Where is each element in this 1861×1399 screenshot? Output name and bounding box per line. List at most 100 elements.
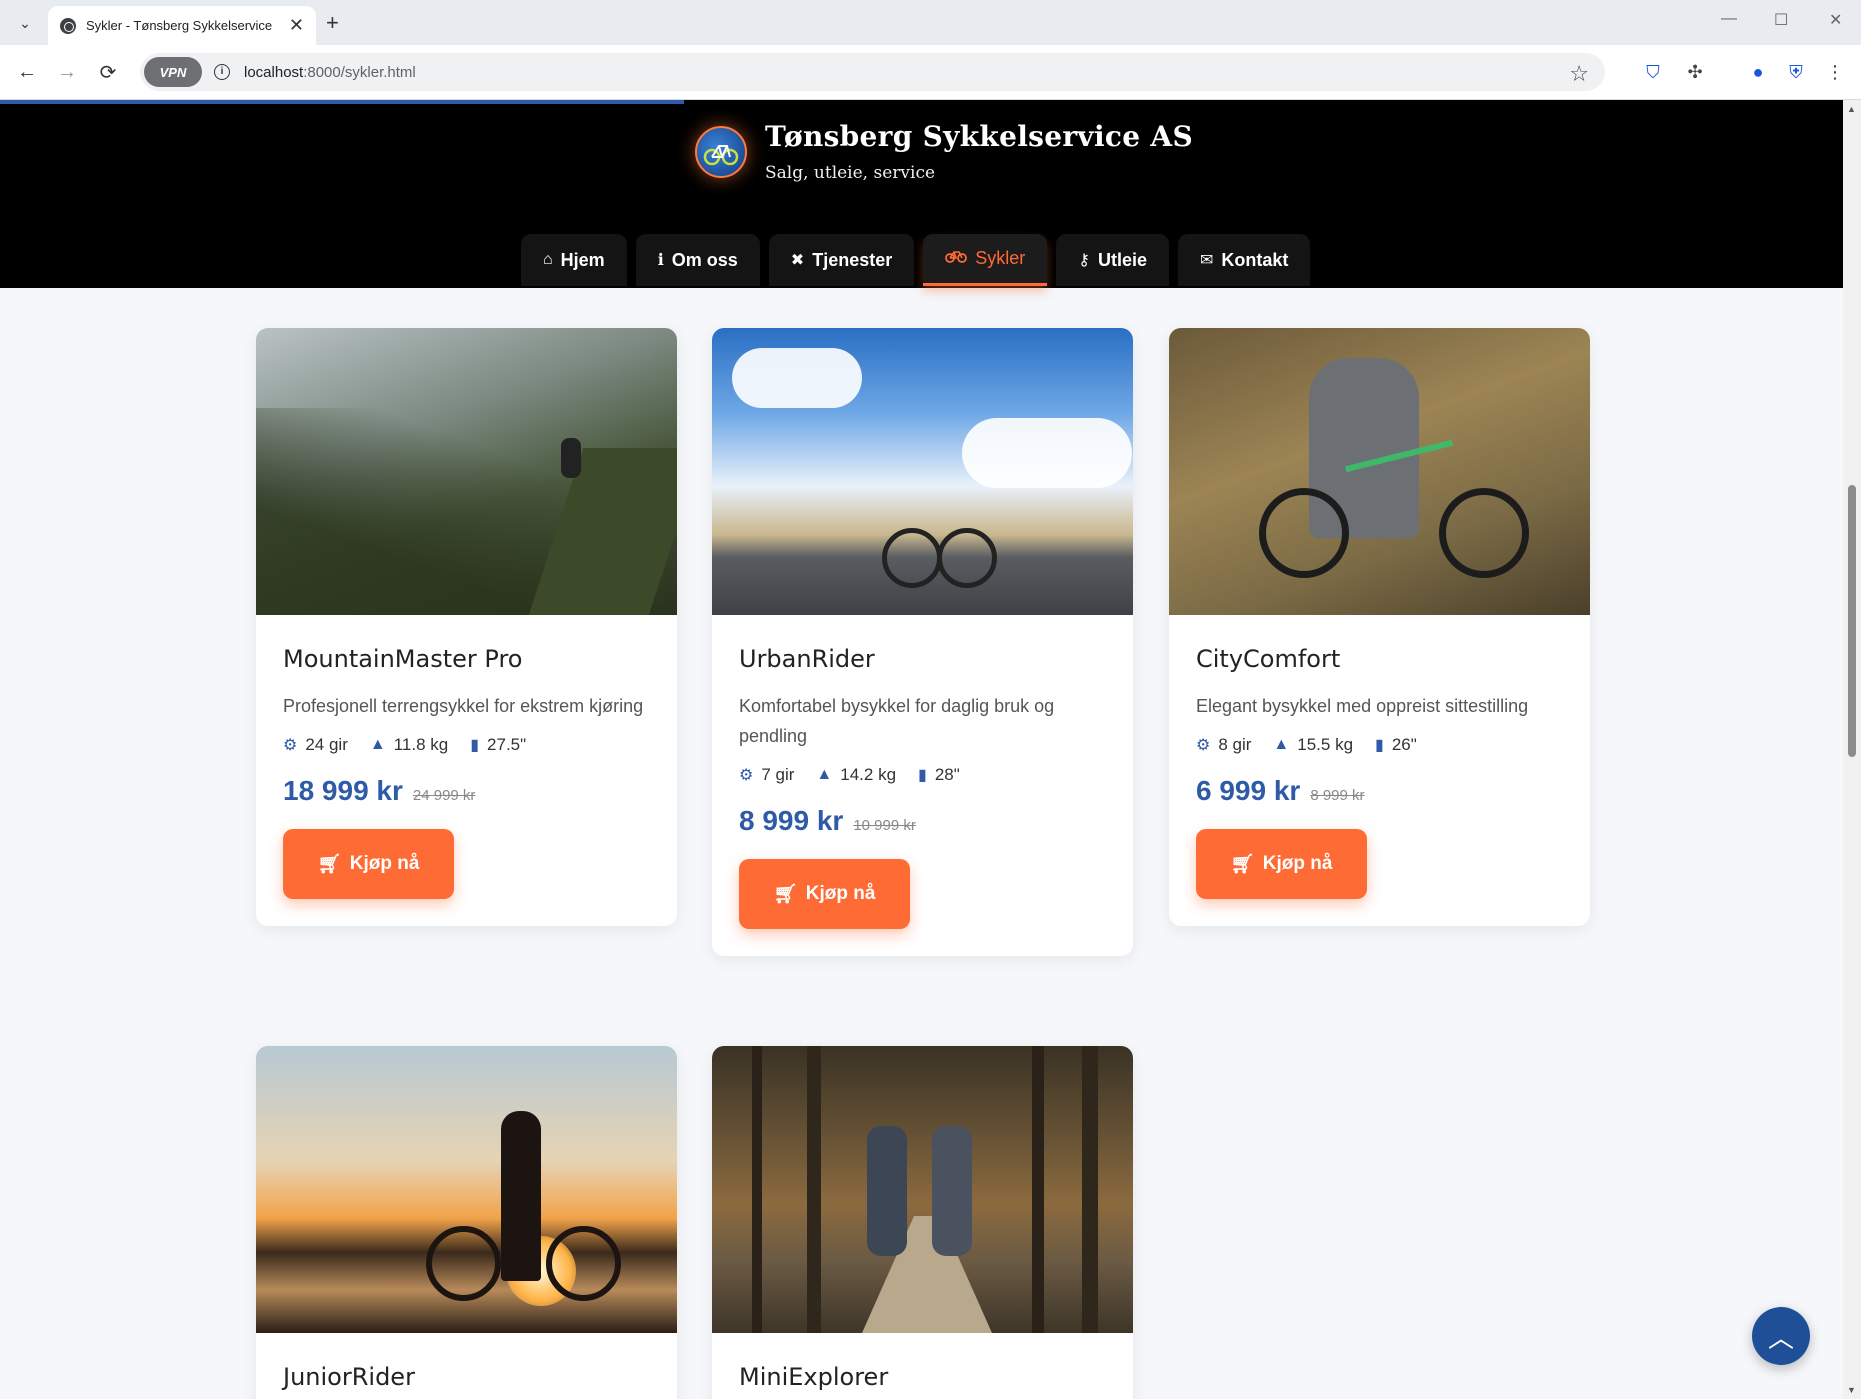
gear-icon: ⚙ <box>283 737 298 754</box>
vpn-badge[interactable]: VPN <box>144 57 202 87</box>
bike-name: CityComfort <box>1196 645 1341 673</box>
bike-image-road <box>712 328 1133 615</box>
bike-card: MiniExplorer <box>712 1046 1133 1399</box>
browser-toolbar: ← → ⟳ VPN i localhost:8000/sykler.html ☆… <box>0 45 1861 100</box>
scroll-down-arrow-icon[interactable]: ▼ <box>1847 1385 1856 1395</box>
info-icon: ℹ <box>657 252 664 269</box>
price-current: 18 999 kr <box>283 775 403 806</box>
home-icon: ⌂ <box>543 251 553 268</box>
nav-label: Tjenester <box>812 249 893 270</box>
cart-icon: 🛒︎ <box>317 854 342 875</box>
bike-description: Elegant bysykkel med oppreist sittestill… <box>1196 696 1529 716</box>
nav-item-hjem[interactable]: ⌂ Hjem <box>521 234 627 286</box>
scroll-up-arrow-icon[interactable]: ▲ <box>1847 104 1856 114</box>
shield-extension-icon[interactable]: ⛉ <box>1640 59 1666 85</box>
page-scrollbar[interactable]: ▲ ▼ <box>1843 100 1861 1399</box>
site-header: Tønsberg Sykkelservice AS Salg, utleie, … <box>0 100 1843 288</box>
back-to-top-button[interactable]: ︿ <box>1752 1307 1810 1365</box>
tab-title: Sykler - Tønsberg Sykkelservice og <box>86 18 276 33</box>
bike-description: Profesjonell terrengsykkel for ekstrem k… <box>283 696 644 716</box>
bike-image-city <box>1169 328 1590 615</box>
bike-name: UrbanRider <box>739 645 875 673</box>
tools-icon: ✖ <box>790 252 805 269</box>
spec-gears: 7 gir <box>761 765 795 784</box>
site-info-icon[interactable]: i <box>214 64 230 80</box>
gear-icon: ⚙ <box>739 767 754 784</box>
spec-weight: 11.8 kg <box>393 735 449 754</box>
bike-description: Komfortabel bysykkel for daglig bruk og … <box>739 696 1055 746</box>
nav-label: Om oss <box>671 249 738 270</box>
back-icon[interactable]: ← <box>12 57 42 87</box>
bike-price: 8 999 kr 10 999 kr <box>739 805 1106 837</box>
brand: Tønsberg Sykkelservice AS Salg, utleie, … <box>765 120 1193 183</box>
envelope-icon: ✉ <box>1200 252 1214 269</box>
scrollbar-thumb[interactable] <box>1848 485 1856 757</box>
nav-item-utleie[interactable]: ⚷ Utleie <box>1056 234 1170 286</box>
address-bar[interactable]: VPN i localhost:8000/sykler.html ☆ <box>140 53 1605 91</box>
nav-item-tjenester[interactable]: ✖ Tjenester <box>768 234 915 286</box>
nav-item-sykler[interactable]: Sykler <box>923 234 1048 286</box>
extensions-puzzle-icon[interactable]: ✣ <box>1682 59 1708 85</box>
bike-card: CityComfort Elegant bysykkel med oppreis… <box>1169 328 1590 926</box>
page-viewport: Tønsberg Sykkelservice AS Salg, utleie, … <box>0 100 1843 1399</box>
minimize-icon[interactable]: — <box>1721 10 1737 28</box>
bike-card: MountainMaster Pro Profesjonell terrengs… <box>256 328 677 926</box>
maximize-icon[interactable]: ☐ <box>1774 10 1788 30</box>
key-icon: ⚷ <box>1078 252 1090 269</box>
bike-specs: ⚙ 24 gir ▲ 11.8 kg ▮ 27.5" <box>283 735 650 755</box>
bike-image-mountain <box>256 328 677 615</box>
bicycle-icon <box>945 249 968 268</box>
price-current: 8 999 kr <box>739 805 844 836</box>
spec-wheel: 27.5" <box>487 735 527 754</box>
security-shield-icon[interactable]: ⛨ <box>1783 59 1809 85</box>
buy-button[interactable]: 🛒︎ Kjøp nå <box>1196 829 1367 899</box>
weight-icon: ▲ <box>369 736 386 753</box>
bicycle-logo-icon[interactable] <box>695 126 747 178</box>
close-tab-icon[interactable]: ✕ <box>289 15 304 36</box>
price-old: 8 999 kr <box>1310 787 1365 804</box>
forward-icon[interactable]: → <box>52 57 82 87</box>
browser-tab-active[interactable]: Sykler - Tønsberg Sykkelservice og ✕ <box>48 6 316 45</box>
menu-kebab-icon[interactable]: ⋮ <box>1822 59 1848 85</box>
price-old: 10 999 kr <box>853 817 916 834</box>
profile-icon[interactable]: ● <box>1745 59 1771 85</box>
nav-label: Utleie <box>1097 249 1148 270</box>
site-name[interactable]: Tønsberg Sykkelservice AS <box>765 120 1193 153</box>
price-old: 24 999 kr <box>412 787 476 804</box>
url-text[interactable]: localhost:8000/sykler.html <box>244 64 416 81</box>
bike-name: MountainMaster Pro <box>283 645 523 673</box>
nav-label: Sykler <box>975 248 1026 268</box>
buy-label: Kjøp nå <box>805 883 876 904</box>
bike-price: 6 999 kr 8 999 kr <box>1196 775 1563 807</box>
globe-icon <box>60 17 76 34</box>
bike-image-sunset <box>256 1046 677 1333</box>
weight-icon: ▲ <box>1273 736 1290 753</box>
cart-icon: 🛒︎ <box>773 884 798 905</box>
tab-search-chevron-icon[interactable]: ⌄ <box>10 8 40 38</box>
spec-wheel: 28" <box>934 765 960 784</box>
scroll-progress-bar <box>0 100 684 104</box>
nav-label: Hjem <box>560 249 605 270</box>
spec-gears: 8 gir <box>1218 735 1252 754</box>
close-window-icon[interactable]: ✕ <box>1829 10 1842 30</box>
reload-icon[interactable]: ⟳ <box>93 57 123 87</box>
buy-button[interactable]: 🛒︎ Kjøp nå <box>739 859 910 929</box>
gear-icon: ⚙ <box>1196 737 1211 754</box>
bicycle-logo-graphic <box>703 145 739 166</box>
spec-gears: 24 gir <box>305 735 348 754</box>
chevron-up-icon: ︿ <box>1767 1322 1794 1353</box>
bookmark-star-icon[interactable]: ☆ <box>1569 61 1589 87</box>
bike-image-forest <box>712 1046 1133 1333</box>
bike-price: 18 999 kr 24 999 kr <box>283 775 650 807</box>
buy-button[interactable]: 🛒︎ Kjøp nå <box>283 829 454 899</box>
bike-name: MiniExplorer <box>739 1363 889 1391</box>
nav-item-om-oss[interactable]: ℹ Om oss <box>635 234 760 286</box>
nav-label: Kontakt <box>1221 249 1289 270</box>
bike-specs: ⚙ 7 gir ▲ 14.2 kg ▮ 28" <box>739 765 1106 785</box>
weight-icon: ▲ <box>816 766 833 783</box>
new-tab-icon[interactable]: + <box>326 10 339 36</box>
bike-card: UrbanRider Komfortabel bysykkel for dagl… <box>712 328 1133 956</box>
site-tagline: Salg, utleie, service <box>765 163 936 183</box>
buy-label: Kjøp nå <box>349 853 420 874</box>
nav-item-kontakt[interactable]: ✉ Kontakt <box>1178 234 1311 286</box>
